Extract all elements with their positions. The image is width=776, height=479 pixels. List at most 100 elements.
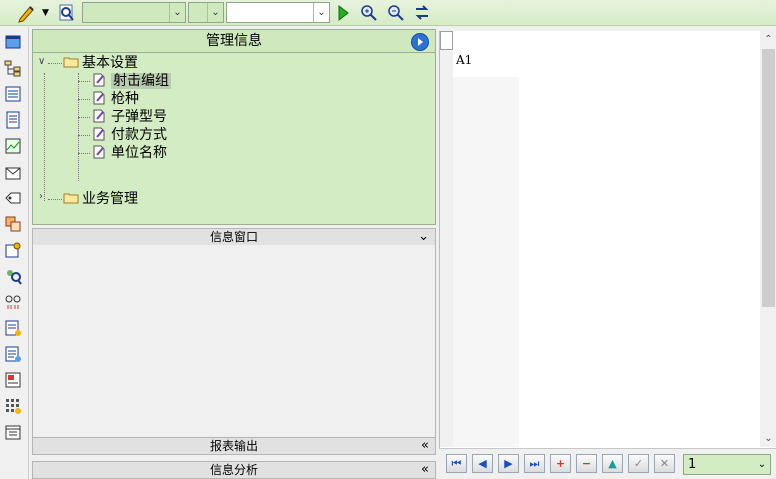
search-doc-icon[interactable] [58,3,76,23]
list-icon[interactable] [4,85,22,103]
cell-a1[interactable]: A1 [453,51,519,77]
tree-node-label: 单位名称 [111,145,167,161]
chevron-up-icon[interactable]: ⌃ [760,31,776,48]
tree-node-label: 枪种 [111,91,139,107]
chevron-double-down-icon[interactable]: ⌄ [418,229,429,245]
management-panel: 管理信息 ∨ 基本设置 射击编组 枪种 子弹型号 付款方式 单位名称 › 业务管… [32,29,436,479]
chevron-right-icon[interactable]: › [39,191,43,202]
layers-icon[interactable] [4,215,22,233]
pencil-icon[interactable] [16,3,38,23]
chevron-double-left-icon[interactable]: « [421,438,429,454]
post-record-button[interactable]: ✓ [628,454,649,473]
tree-node-label: 基本设置 [82,55,138,71]
tree-node-child[interactable]: 付款方式 [91,126,167,144]
tree-node-label: 子弹型号 [111,109,167,125]
tree-node-business[interactable]: 业务管理 [63,190,138,208]
form-icon[interactable] [4,371,22,389]
delete-record-button[interactable]: − [576,454,597,473]
archive-icon[interactable] [4,423,22,441]
connection-icon[interactable] [4,293,22,311]
main-toolbar: ▼ ⌄ ⌄ ⌄ [0,0,776,26]
chevron-double-left-icon[interactable]: « [421,462,429,478]
edit-doc-icon [93,73,105,87]
tree-connector [78,73,79,181]
tree-connector [78,135,90,136]
edit-doc-icon [93,91,105,105]
cancel-record-button[interactable]: ✕ [654,454,675,473]
toolbar-combo-3[interactable]: ⌄ [226,2,330,23]
zoom-in-icon[interactable] [360,3,378,23]
tree-node-child[interactable]: 单位名称 [91,144,167,162]
left-icon-bar [0,27,29,479]
edit-record-button[interactable]: ▲ [602,454,623,473]
tree-connector [44,73,45,201]
chevron-down-icon[interactable]: ⌄ [207,3,223,22]
edit-doc-icon [93,145,105,159]
tree-node-child[interactable]: 子弹型号 [91,108,167,126]
report-output-header[interactable]: 报表输出 « [32,437,436,455]
mail-icon[interactable] [4,163,22,181]
org-tree-icon[interactable] [4,59,22,77]
grid-icon[interactable] [4,397,22,415]
page-selector-value: 1 [688,457,697,472]
window-icon[interactable] [4,33,22,51]
zoom-out-icon[interactable] [387,3,405,23]
tree-connector [78,117,90,118]
edit-doc-icon [93,109,105,123]
section-title: 信息分析 [209,463,258,477]
chevron-down-icon[interactable]: ∨ [38,56,45,67]
scrollbar-thumb[interactable] [762,49,775,307]
chevron-down-icon[interactable]: ⌄ [313,3,329,22]
tree-connector [78,81,90,82]
info-window-body [32,245,436,437]
toolbar-combo-1[interactable]: ⌄ [82,2,186,23]
info-analysis-header[interactable]: 信息分析 « [32,461,436,479]
play-circle-icon[interactable] [411,33,429,51]
next-record-button[interactable]: ▶ [498,454,519,473]
section-title: 信息窗口 [209,230,258,244]
tree-node-label: 付款方式 [111,127,167,143]
panel-header: 管理信息 [32,29,436,53]
add-record-button[interactable]: + [550,454,571,473]
settings-icon[interactable] [4,241,22,259]
tree-connector [48,199,62,200]
tree-node-label: 射击编组 [111,73,171,89]
tree-node-label: 业务管理 [82,191,138,207]
first-record-button[interactable]: ⏮ [446,454,467,473]
last-record-button[interactable]: ⏭ [524,454,545,473]
folder-icon [63,193,79,204]
document-icon[interactable] [4,111,22,129]
report-icon[interactable] [4,319,22,337]
row-gutter [440,31,453,447]
run-icon[interactable] [336,3,350,23]
panel-title: 管理信息 [206,33,262,49]
column-strip [453,77,519,447]
report-settings-icon[interactable] [4,345,22,363]
chevron-down-icon[interactable]: ⌄ [169,3,185,22]
chevron-down-icon[interactable]: ⌄ [760,430,776,447]
chevron-down-icon[interactable]: ⌄ [754,455,770,474]
tree-connector [78,99,90,100]
record-navigator: ⏮ ◀ ▶ ⏭ + − ▲ ✓ ✕ 1 ⌄ [439,448,776,479]
info-window-header[interactable]: 信息窗口 ⌄ [32,228,436,246]
vertical-scrollbar[interactable]: ⌃ ⌄ [760,31,776,447]
tree-node-basic-settings[interactable]: 基本设置 [63,54,138,72]
tree-connector [78,153,90,154]
data-sheet[interactable]: A1 ⌃ ⌄ [439,31,776,479]
chart-icon[interactable] [4,137,22,155]
tree-node-child[interactable]: 枪种 [91,90,139,108]
user-search-icon[interactable] [4,267,22,285]
edit-doc-icon [93,127,105,141]
tree-node-child[interactable]: 射击编组 [91,72,171,90]
page-selector[interactable]: 1 ⌄ [683,454,771,475]
tree-connector [48,63,62,64]
sheet-corner[interactable] [440,31,453,50]
refresh-icon[interactable] [413,3,431,23]
tag-icon[interactable] [4,189,22,207]
nav-tree: ∨ 基本设置 射击编组 枪种 子弹型号 付款方式 单位名称 › 业务管理 [32,53,436,225]
prev-record-button[interactable]: ◀ [472,454,493,473]
folder-icon [63,57,79,68]
toolbar-combo-2[interactable]: ⌄ [188,2,224,23]
chevron-down-icon[interactable]: ▼ [42,3,50,23]
section-title: 报表输出 [209,439,258,453]
